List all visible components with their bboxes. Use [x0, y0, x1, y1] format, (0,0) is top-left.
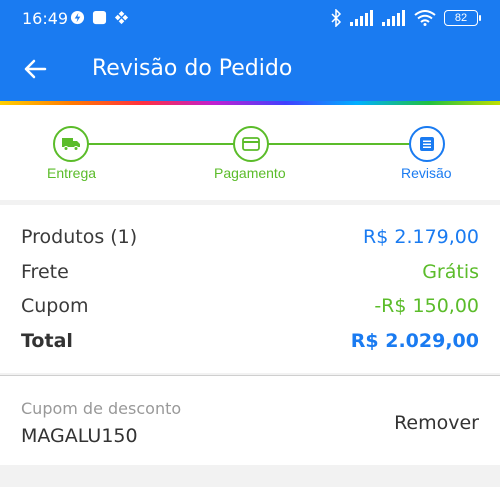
stepper-connector-2 [268, 143, 410, 145]
truck-icon [62, 138, 80, 151]
total-value: R$ 2.029,00 [350, 330, 479, 352]
summary-row-total: Total R$ 2.029,00 [21, 328, 479, 354]
status-time: 16:49 [22, 9, 69, 28]
wifi-icon [414, 10, 436, 26]
remove-coupon-button[interactable]: Remover [394, 412, 479, 434]
app-bar: Revisão do Pedido [0, 37, 500, 101]
order-summary: Produtos (1) R$ 2.179,00 Frete Grátis Cu… [0, 205, 500, 373]
summary-row-shipping: Frete Grátis [21, 259, 479, 285]
summary-row-coupon: Cupom -R$ 150,00 [21, 293, 479, 319]
total-label: Total [21, 330, 73, 352]
products-value: R$ 2.179,00 [363, 226, 479, 248]
coupon-field-label: Cupom de desconto [21, 399, 182, 418]
status-bar: 16:49 82 [0, 0, 500, 37]
step-pagamento[interactable] [233, 126, 269, 162]
puzzle-icon [114, 10, 129, 25]
app-icon [92, 10, 107, 25]
shipping-value: Grátis [422, 261, 479, 283]
products-label: Produtos (1) [21, 226, 138, 248]
signal-icon [350, 10, 373, 26]
battery-level: 82 [454, 12, 468, 24]
step-revisao[interactable] [409, 126, 445, 162]
credit-card-icon [242, 137, 260, 151]
step-entrega[interactable] [53, 126, 89, 162]
battery-icon: 82 [444, 10, 481, 26]
bluetooth-icon [331, 9, 342, 27]
stepper-connector-1 [88, 143, 234, 145]
page-title: Revisão do Pedido [92, 56, 293, 81]
coupon-discount-value: -R$ 150,00 [374, 295, 479, 317]
summary-row-products: Produtos (1) R$ 2.179,00 [21, 224, 479, 250]
coupon-discount-label: Cupom [21, 295, 89, 317]
list-icon [420, 137, 434, 151]
coupon-section: Cupom de desconto MAGALU150 Remover [0, 375, 500, 465]
shipping-label: Frete [21, 261, 69, 283]
checkout-stepper: Entrega Pagamento Revisão [0, 105, 500, 200]
step-label-pagamento: Pagamento [214, 165, 286, 181]
step-label-entrega: Entrega [47, 165, 97, 181]
flash-badge-icon [70, 10, 85, 25]
signal-icon-2 [382, 10, 405, 26]
arrow-left-icon[interactable] [20, 54, 50, 84]
coupon-code: MAGALU150 [21, 425, 138, 447]
step-label-revisao: Revisão [401, 165, 452, 181]
